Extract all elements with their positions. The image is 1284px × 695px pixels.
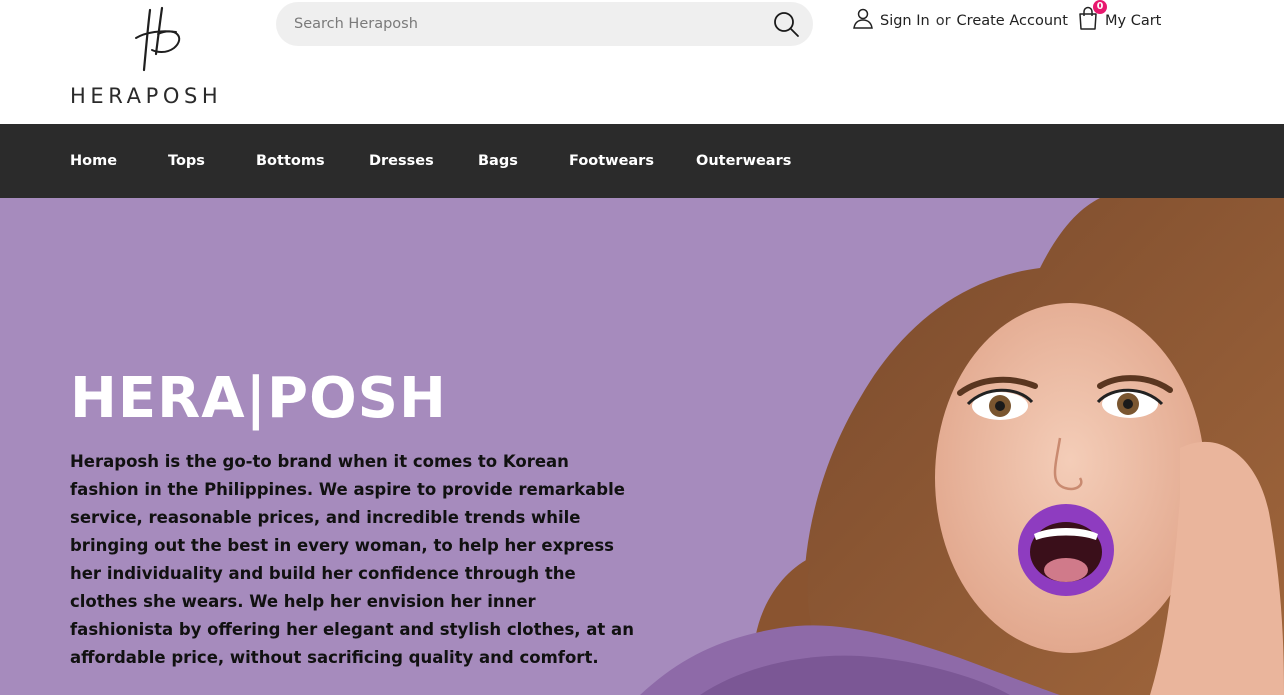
- search-input[interactable]: [294, 2, 764, 46]
- nav-item-dresses[interactable]: Dresses: [369, 124, 434, 198]
- nav-item-footwears[interactable]: Footwears: [569, 124, 654, 198]
- cart-count-badge: 0: [1093, 0, 1107, 14]
- cart-button[interactable]: 0 My Cart: [1077, 0, 1162, 36]
- nav-item-home[interactable]: Home: [70, 124, 117, 198]
- user-icon: [853, 8, 873, 29]
- hero-title: HERA|POSH: [70, 366, 447, 431]
- nav-item-tops[interactable]: Tops: [168, 124, 205, 198]
- account-links: Sign In or Create Account: [852, 6, 1068, 36]
- hero-description: Heraposh is the go-to brand when it come…: [70, 452, 634, 667]
- hero-banner: HERA|POSH Heraposh is the go-to brand wh…: [0, 198, 1284, 695]
- nav-item-bottoms[interactable]: Bottoms: [256, 124, 325, 198]
- logo-monogram-icon: [135, 6, 181, 72]
- search-icon[interactable]: [770, 8, 802, 40]
- main-nav: Home Tops Bottoms Dresses Bags Footwears…: [0, 124, 1284, 198]
- nav-item-outerwears[interactable]: Outerwears: [696, 124, 791, 198]
- cart-icon-wrap: 0: [1077, 0, 1107, 30]
- sign-in-link[interactable]: Sign In: [880, 13, 930, 29]
- cart-label: My Cart: [1105, 13, 1162, 29]
- site-header: HERAPOSH Sign In or Create Account 0 My …: [0, 0, 1284, 124]
- search-bar: [276, 2, 813, 46]
- create-account-link[interactable]: Create Account: [957, 13, 1068, 29]
- account-separator: or: [935, 13, 951, 29]
- brand-wordmark: HERAPOSH: [70, 84, 223, 108]
- brand-logo[interactable]: HERAPOSH: [70, 4, 238, 108]
- nav-item-bags[interactable]: Bags: [478, 124, 518, 198]
